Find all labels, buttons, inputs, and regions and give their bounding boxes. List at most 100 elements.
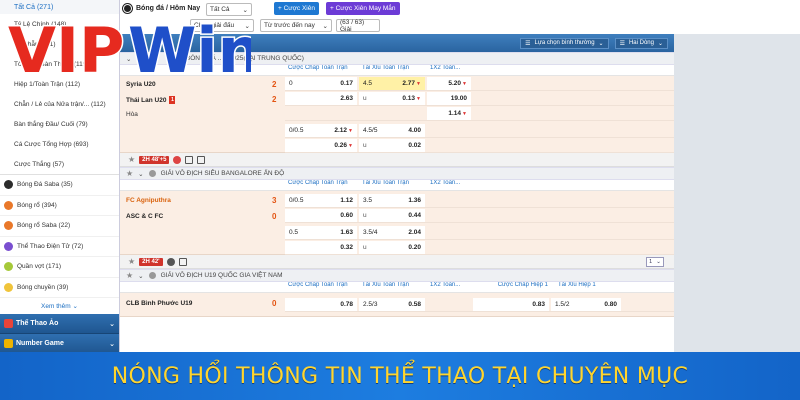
odds-line: 0.5 1.63 3.5/4 2.04 — [285, 225, 674, 240]
handicap-odds-cell[interactable]: 0.32 — [285, 241, 357, 254]
favorite-star-icon[interactable]: ★ — [126, 271, 133, 280]
home-team[interactable]: CLB Bình Phước U19 — [126, 300, 192, 307]
handicap-odds-cell[interactable]: 0.5 1.63 — [285, 226, 357, 239]
handicap-odds-cell[interactable]: 0/0.5 1.12 — [285, 194, 357, 207]
over-under-odds-cell[interactable]: u 0.20 — [359, 241, 425, 254]
1x2-odds-cell[interactable]: 19.00 — [427, 92, 471, 105]
away-score: 0 — [272, 212, 277, 221]
market-category-item[interactable]: Cược Thắng (57) — [14, 154, 119, 174]
favorite-star-icon[interactable]: ★ — [126, 169, 133, 178]
first-half-handicap-cell[interactable]: 0.83 — [473, 298, 549, 311]
market-category-item[interactable]: Bàn thắng Đầu/ Cuối (79) — [14, 114, 119, 134]
league-flag-icon — [148, 272, 156, 279]
odds-area: 0/0.5 1.12 3.5 1.36 0.60 u 0.44 0.5 1.63 3.5… — [285, 191, 674, 255]
over-under-odds-cell[interactable]: 4.5 2.77▼ — [359, 77, 425, 90]
see-more-link[interactable]: Xem thêm ⌄ — [0, 298, 119, 314]
sport-item-tennis[interactable]: Quần vợt (171) — [0, 257, 119, 278]
vipwin-logo: VIP Win — [7, 14, 252, 84]
sport-item-volleyball[interactable]: Bóng chuyền (39) — [0, 278, 119, 298]
sport-item-basketball[interactable]: Bóng rổ (394) — [0, 196, 119, 216]
handicap-odds-cell[interactable]: 0.78 — [285, 298, 357, 311]
over-under-odds-cell[interactable]: u 0.02 — [359, 139, 425, 152]
over-under-odds-cell[interactable]: 3.5 1.36 — [359, 194, 425, 207]
market-category-item[interactable]: Chẵn / Lẻ của Nửa trận/... (112) — [14, 94, 119, 114]
scoreboard-icon[interactable] — [178, 257, 187, 266]
match-row: Syria U20 2 Thái Lan U20 1 2 Hòa 0 0.17 4.… — [120, 76, 674, 153]
red-card-icon: 1 — [169, 96, 176, 104]
chevron-down-icon: ⌄ — [109, 320, 115, 328]
column-header: Cược Chấp Toàn Trận Tài Xỉu Toàn Trận 1X… — [120, 282, 674, 293]
home-team[interactable]: FC Agniputhra — [126, 197, 171, 204]
live-stream-icon[interactable] — [173, 155, 182, 164]
basketball-icon — [4, 200, 13, 210]
market-category-item[interactable]: Cá Cược Tổng Hợp (693) — [14, 134, 119, 154]
odds-line: 0/0.5 2.12▼ 4.5/5 4.00 — [285, 123, 674, 138]
away-team[interactable]: ASC & C FC — [126, 213, 163, 220]
handicap-odds-cell[interactable]: 0.26▼ — [285, 139, 357, 152]
scoreboard-icon[interactable] — [185, 155, 194, 164]
sidebar-group-virtual-sports[interactable]: Thể Thao Ảo ⌄ — [0, 314, 119, 334]
live-time-badge: 2H 48'+5 — [139, 155, 170, 164]
live-stream-icon[interactable] — [166, 257, 175, 266]
odds-type-select[interactable]: ☰ Hai Dòng ⌄ — [614, 37, 668, 49]
odds-change-icon: ▼ — [462, 110, 467, 117]
live-time-badge: 2H 42' — [139, 257, 163, 266]
lucky-parlay-button[interactable]: + Cược Xiên May Mắn — [326, 2, 400, 15]
team-cell: FC Agniputhra 3 ASC & C FC 0 — [120, 191, 285, 254]
soccer-ball-icon — [4, 180, 13, 190]
over-under-odds-cell[interactable]: u 0.44 — [359, 209, 425, 222]
handicap-odds-cell[interactable]: 0 0.17 — [285, 77, 357, 90]
chevron-down-icon: ⌄ — [72, 303, 78, 310]
collapse-icon[interactable]: ⌄ — [138, 272, 143, 280]
over-under-odds-cell[interactable]: 3.5/4 2.04 — [359, 226, 425, 239]
draw-label: Hòa — [126, 111, 138, 118]
sport-item-esports[interactable]: Thể Thao Điện Tử (72) — [0, 237, 119, 257]
team-cell: CLB Bình Phước U19 0 — [120, 293, 285, 316]
collapse-icon[interactable]: ⌄ — [138, 170, 143, 178]
handicap-odds-cell[interactable]: 0/0.5 2.12▼ — [285, 124, 357, 137]
sidebar-group-number-game[interactable]: Number Game ⌄ — [0, 334, 119, 354]
over-under-odds-cell[interactable]: 2.5/3 0.58 — [359, 298, 425, 311]
esports-icon — [4, 241, 13, 251]
team-cell: Syria U20 2 Thái Lan U20 1 2 Hòa — [120, 76, 285, 152]
handicap-odds-cell[interactable]: 0.60 — [285, 209, 357, 222]
page-select[interactable]: 1 ⌄ — [646, 256, 664, 267]
first-half-over-under-cell[interactable]: 1.5/2 0.80 — [551, 298, 621, 311]
odds-line: 0/0.5 1.12 3.5 1.36 — [285, 193, 674, 208]
league-flag-icon — [148, 170, 156, 177]
logo-text-vip: VIP — [8, 14, 125, 84]
chevron-down-icon: ⌄ — [656, 258, 661, 265]
sidebar-item-all[interactable]: Tất Cả (271) — [0, 0, 119, 14]
odds-change-icon: ▼ — [348, 143, 353, 149]
favorite-star-icon[interactable]: ★ — [128, 257, 135, 266]
sport-list: Bóng Đá Saba (35) Bóng rổ (394) Bóng rổ … — [0, 174, 119, 298]
odds-line: 2.63 u 0.13▼ 19.00 — [285, 91, 674, 106]
column-header: Cược Chấp Toàn Trận Tài Xỉu Toàn Trận 1X… — [120, 180, 674, 191]
basketball-icon — [4, 221, 13, 231]
over-under-odds-cell[interactable]: 4.5/5 4.00 — [359, 124, 425, 137]
odds-line: 0.26▼ u 0.02 — [285, 138, 674, 153]
league-header[interactable]: ★ ⌄ GIẢI VÔ ĐỊCH SIÊU BANGALORE ẤN ĐỘ — [120, 167, 674, 180]
time-filter-select[interactable]: Từ trước đến nay ⌄ — [260, 19, 332, 32]
handicap-odds-cell[interactable]: 2.63 — [285, 92, 357, 105]
home-score: 0 — [272, 299, 277, 308]
chevron-down-icon: ⌄ — [322, 22, 328, 30]
tennis-ball-icon — [4, 262, 13, 272]
league-count-select[interactable]: (63 / 63) Giải — [336, 19, 380, 33]
stats-chart-icon[interactable] — [197, 155, 206, 164]
league-header[interactable]: ★ ⌄ GIẢI VÔ ĐỊCH U19 QUỐC GIA VIỆT NAM — [120, 269, 674, 282]
volleyball-icon — [4, 282, 13, 292]
soccer-ball-icon — [123, 4, 132, 13]
home-score: 3 — [272, 196, 277, 205]
sport-item-saba-basketball[interactable]: Bóng rổ Saba (22) — [0, 216, 119, 237]
away-team[interactable]: Thái Lan U20 1 — [126, 96, 176, 104]
sort-select[interactable]: ☰ Lựa chọn bình thường ⌄ — [520, 37, 609, 49]
over-under-odds-cell[interactable]: u 0.13▼ — [359, 92, 425, 105]
home-score: 2 — [272, 80, 277, 89]
parlay-button[interactable]: + Cược Xiên — [274, 2, 319, 15]
odds-change-icon: ▼ — [348, 128, 353, 134]
sport-item-saba-soccer[interactable]: Bóng Đá Saba (35) — [0, 175, 119, 196]
favorite-star-icon[interactable]: ★ — [128, 155, 135, 164]
1x2-odds-cell[interactable]: 1.14 ▼ — [427, 107, 471, 120]
1x2-odds-cell[interactable]: 5.20 ▼ — [427, 77, 471, 90]
